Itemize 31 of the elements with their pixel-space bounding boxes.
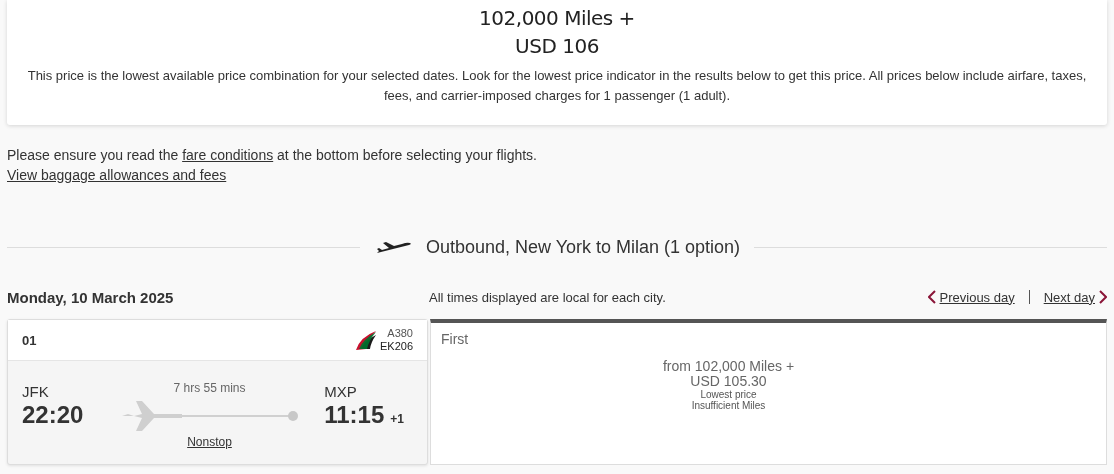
fare-notice: Please ensure you read the fare conditions at the bottom before selecting your flights. (7, 146, 538, 165)
fare-option-card[interactable]: First from 102,000 Miles + USD 105.30 Lowest price Insufficient Miles (430, 319, 1107, 465)
chevron-left-icon (927, 290, 936, 304)
flight-date: Monday, 10 March 2025 (7, 288, 175, 306)
previous-day-link[interactable]: Previous day (939, 289, 1015, 305)
airline-logo-icon (353, 329, 378, 351)
airplane-icon (375, 240, 412, 255)
price-note: This price is the lowest available price combination for your selected dates. Look for the lowest price indicator in the results below to get this price. All prices below include airfare, taxes, fees, and carrier-imposed charges for 1 passenger (1 adult). (26, 67, 1088, 105)
fare-tag: Lowest price (700, 389, 757, 400)
times-note: All times displayed are local for each city. (429, 289, 667, 305)
fare-cash: USD 105.30 (690, 374, 767, 389)
section-title: Outbound, New York to Milan (1 option) (425, 237, 741, 258)
next-day-link[interactable]: Next day (1043, 289, 1095, 305)
fare-conditions-link[interactable]: fare conditions (182, 147, 274, 163)
fare-miles: from 102,000 Miles + (662, 359, 795, 374)
day-offset: +1 (390, 412, 404, 426)
origin-airport: JFK (22, 383, 50, 400)
destination-airport: MXP (324, 383, 358, 400)
flight-code: EK206 (379, 340, 413, 353)
aircraft-type: A380 (387, 327, 413, 340)
fare-tag: Insufficient Miles (691, 400, 766, 411)
cabin-class: First (441, 331, 470, 347)
arrival-time: 11:15 (324, 400, 385, 430)
total-cash: USD 106 (515, 33, 599, 60)
total-miles: 102,000 Miles + (479, 5, 635, 32)
chevron-right-icon (1099, 290, 1107, 304)
departure-time: 22:20 (22, 400, 85, 430)
baggage-link[interactable]: View baggage allowances and fees (7, 165, 227, 185)
nonstop-link[interactable]: Nonstop (187, 435, 232, 449)
flight-number: 01 (22, 332, 38, 348)
flight-duration: 7 hrs 55 mins (173, 381, 246, 395)
